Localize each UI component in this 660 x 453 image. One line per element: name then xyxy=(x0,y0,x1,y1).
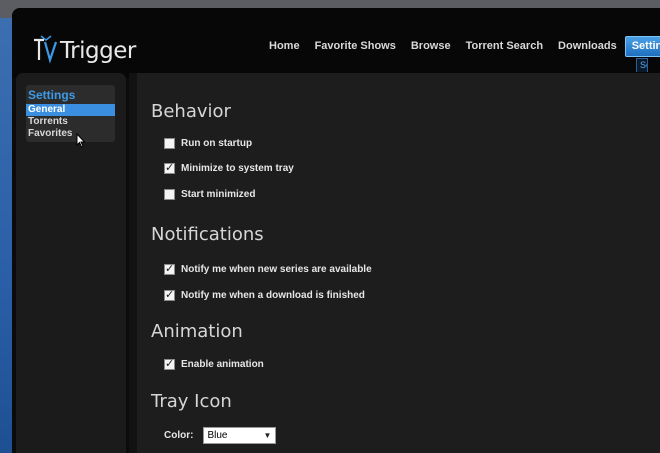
checkbox-minimize-to-tray[interactable]: ✓ xyxy=(164,162,175,174)
section-animation-title: Animation xyxy=(151,321,243,342)
option-label: Notify me when a download is finished xyxy=(181,290,365,301)
mouse-cursor-icon xyxy=(76,133,86,148)
option-minimize-to-tray[interactable]: ✓ Minimize to system tray xyxy=(164,162,294,174)
section-behavior-title: Behavior xyxy=(151,101,231,122)
option-run-on-startup[interactable]: Run on startup xyxy=(164,138,252,149)
sidebar-divider xyxy=(129,73,137,453)
nav-torrent-search[interactable]: Torrent Search xyxy=(459,36,550,57)
option-notify-download-finished[interactable]: ✓ Notify me when a download is finished xyxy=(164,289,365,301)
tv-icon xyxy=(34,35,58,64)
checkbox-enable-animation[interactable]: ✓ xyxy=(164,358,175,370)
checkbox-notify-new-series[interactable]: ✓ xyxy=(164,263,175,275)
tray-color-select[interactable]: Blue ▼ xyxy=(203,427,277,444)
tray-color-row: Color: Blue ▼ xyxy=(164,427,277,444)
sidebar-item-torrents[interactable]: Torrents xyxy=(26,116,115,128)
check-icon: ✓ xyxy=(165,358,175,370)
tray-color-value: Blue xyxy=(207,430,228,441)
checkbox-run-on-startup[interactable] xyxy=(164,138,175,149)
check-icon: ✓ xyxy=(165,263,175,275)
option-start-minimized[interactable]: Start minimized xyxy=(164,189,255,200)
check-icon: ✓ xyxy=(165,289,175,301)
checkbox-notify-download-finished[interactable]: ✓ xyxy=(164,289,175,301)
settings-category-list: Settings General Torrents Favorites xyxy=(26,85,115,142)
app-header: Trigger Home Favorite Shows Browse Torre… xyxy=(12,8,660,78)
color-label: Color: xyxy=(164,430,194,441)
nav-favorite-shows[interactable]: Favorite Shows xyxy=(308,36,403,57)
nav-settings[interactable]: Settings xyxy=(624,36,660,57)
nav-browse[interactable]: Browse xyxy=(404,36,458,57)
main-nav: Home Favorite Shows Browse Torrent Searc… xyxy=(262,36,660,57)
sidebar-item-favorites[interactable]: Favorites xyxy=(26,128,115,140)
section-tray-icon-title: Tray Icon xyxy=(151,391,232,412)
option-label: Start minimized xyxy=(181,189,256,200)
check-icon: ✓ xyxy=(165,162,175,174)
section-notifications-title: Notifications xyxy=(151,224,264,245)
logo-text: Trigger xyxy=(60,38,136,64)
option-label: Run on startup xyxy=(181,138,253,149)
sidebar-item-general[interactable]: General xyxy=(26,104,115,116)
nav-downloads[interactable]: Downloads xyxy=(551,36,624,57)
settings-content: Behavior Run on startup ✓ Minimize to sy… xyxy=(137,73,660,453)
checkbox-start-minimized[interactable] xyxy=(164,189,175,200)
settings-sidebar: Settings General Torrents Favorites xyxy=(16,73,126,453)
option-label: Minimize to system tray xyxy=(181,163,294,174)
option-enable-animation[interactable]: ✓ Enable animation xyxy=(164,358,264,370)
option-label: Enable animation xyxy=(181,359,264,370)
option-notify-new-series[interactable]: ✓ Notify me when new series are availabl… xyxy=(164,263,372,275)
app-logo[interactable]: Trigger xyxy=(32,34,136,64)
dropdown-arrow-icon: ▼ xyxy=(263,431,272,440)
sidebar-title: Settings xyxy=(28,88,76,102)
window-frame-edge xyxy=(0,18,12,453)
nav-home[interactable]: Home xyxy=(262,36,307,57)
option-label: Notify me when new series are available xyxy=(181,264,372,275)
partial-tab[interactable]: Se xyxy=(636,58,648,72)
